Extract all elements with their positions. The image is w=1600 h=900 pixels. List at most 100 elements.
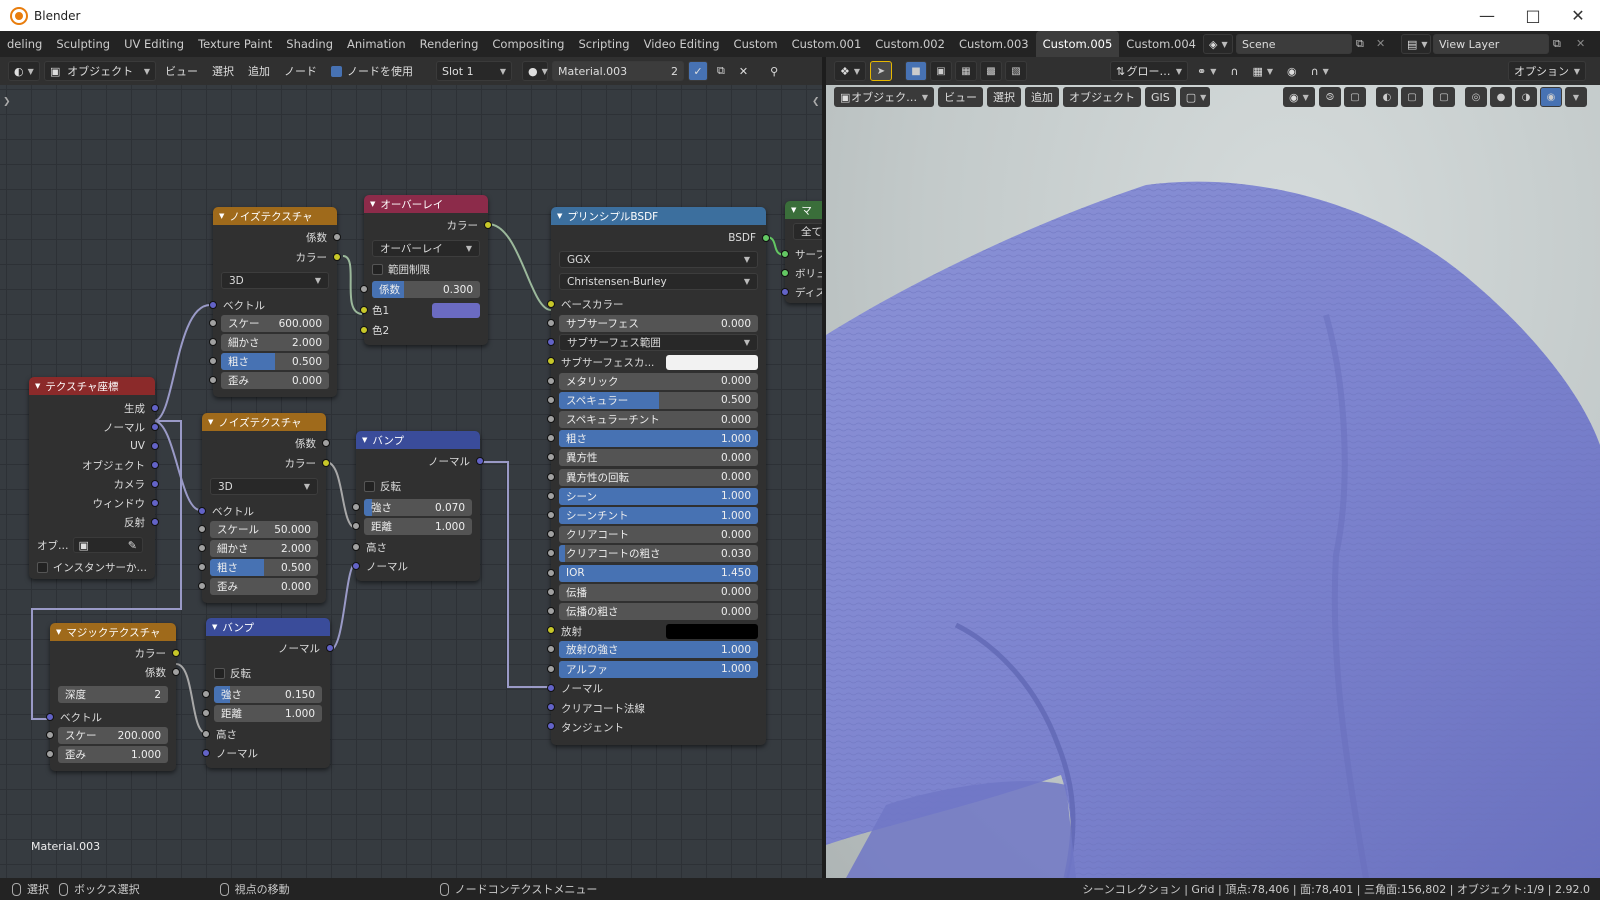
menu-vp-add[interactable]: 追加 bbox=[1025, 87, 1059, 107]
close-button[interactable]: ✕ bbox=[1555, 0, 1600, 31]
view-layer-remove-icon[interactable]: ✕ bbox=[1576, 37, 1585, 50]
bsdf-field[interactable]: 異方性 0.000 bbox=[559, 449, 758, 467]
gizmo-icon[interactable]: ⧁ bbox=[1319, 87, 1341, 107]
socket[interactable] bbox=[547, 587, 555, 596]
select-tool-icon[interactable]: ➤ bbox=[870, 61, 892, 81]
bsdf-field[interactable]: 伝播 0.000 bbox=[559, 583, 758, 601]
socket[interactable] bbox=[547, 645, 555, 654]
bsdf-field[interactable]: メタリック 0.000 bbox=[559, 372, 758, 390]
bsdf-field[interactable]: 伝播の粗さ 0.000 bbox=[559, 603, 758, 620]
falloff-icon[interactable]: ∩ ▼ bbox=[1306, 61, 1334, 81]
bsdf-field[interactable]: 粗さ 1.000 bbox=[559, 430, 758, 448]
tab-rendering[interactable]: Rendering bbox=[413, 31, 486, 57]
menu-vp-object[interactable]: オブジェクト bbox=[1063, 87, 1141, 107]
blend-type-dropdown[interactable]: オーバーレイ ▼ bbox=[372, 240, 480, 257]
distance-field[interactable]: 距離 1.000 bbox=[214, 705, 322, 722]
node-material-output[interactable]: ▼ マ 全て サーフ ボリュ ディス bbox=[781, 201, 822, 303]
bsdf-field[interactable]: シーン 1.000 bbox=[559, 487, 758, 505]
socket[interactable] bbox=[547, 338, 555, 347]
node-noise-texture-2[interactable]: ▼ ノイズテクスチャ 係数 カラー 3D ▼ ベクトル スケール 50.000 細かさ… bbox=[198, 413, 330, 603]
scale-field[interactable]: スケー 600.000 bbox=[221, 315, 329, 332]
socket[interactable] bbox=[198, 582, 206, 590]
distortion-field[interactable]: 歪み 1.000 bbox=[58, 746, 168, 763]
node-noise-texture-1[interactable]: ▼ ノイズテクスチャ 係数 カラー 3D ▼ ベクトル スケー 600.000 細かさ… bbox=[209, 207, 341, 397]
socket[interactable] bbox=[547, 491, 555, 500]
node-bump-2[interactable]: ▼ バンプ ノーマル 反転 強さ 0.150 距離 1.000 高さ ノーマル bbox=[202, 618, 334, 768]
bsdf-field[interactable]: アルファ 1.000 bbox=[559, 660, 758, 678]
socket[interactable] bbox=[781, 250, 789, 258]
dimension-dropdown[interactable]: 3D ▼ bbox=[210, 478, 318, 495]
invert-checkbox[interactable]: 反転 bbox=[206, 663, 330, 683]
minimize-button[interactable]: — bbox=[1464, 0, 1510, 31]
socket[interactable] bbox=[547, 664, 555, 673]
color1-swatch[interactable] bbox=[432, 302, 480, 318]
tab-custom-005[interactable]: Custom.005 bbox=[1035, 31, 1120, 57]
invert-checkbox[interactable]: 反転 bbox=[356, 476, 480, 496]
mode-subtract-icon[interactable]: ▦ bbox=[955, 61, 977, 81]
tab-scripting[interactable]: Scripting bbox=[571, 31, 636, 57]
factor-field[interactable]: 係数 0.300 bbox=[372, 281, 480, 298]
transform-orientation-dropdown[interactable]: ⇅ グロー… ▼ bbox=[1110, 61, 1188, 81]
sidebar-expand-icon[interactable]: ❮ bbox=[812, 97, 820, 107]
socket[interactable] bbox=[547, 568, 555, 577]
socket[interactable] bbox=[547, 530, 555, 539]
node-editor[interactable]: ▼ テクスチャ座標 生成 ノーマル UV オブジェクト カメラ ウィンドウ 反射 … bbox=[0, 85, 822, 878]
editor-type-icon[interactable]: ◐ ▼ bbox=[8, 61, 40, 81]
socket[interactable] bbox=[151, 442, 159, 450]
bsdf-field[interactable]: サブサーフェス 0.000 bbox=[559, 315, 758, 332]
snap-magnet-icon[interactable]: ∩ bbox=[1225, 61, 1243, 81]
options-dropdown[interactable]: オプション ▼ bbox=[1508, 61, 1586, 81]
pin-icon[interactable]: ⚲ bbox=[765, 61, 783, 81]
socket[interactable] bbox=[333, 233, 341, 241]
scene-browse-icon[interactable]: ◈ ▼ bbox=[1203, 34, 1233, 54]
menu-vp-select[interactable]: 選択 bbox=[987, 87, 1021, 107]
scale-field[interactable]: スケール 50.000 bbox=[210, 521, 318, 538]
overlay-toggle-icon[interactable]: ▢ bbox=[1401, 87, 1423, 107]
distance-field[interactable]: 距離 1.000 bbox=[364, 518, 472, 535]
socket[interactable] bbox=[151, 499, 159, 507]
socket[interactable] bbox=[547, 549, 555, 558]
detail-field[interactable]: 細かさ 2.000 bbox=[210, 540, 318, 557]
tab-animation[interactable]: Animation bbox=[340, 31, 413, 57]
socket[interactable] bbox=[547, 319, 555, 327]
gis-extra-icon[interactable]: ▢ ▼ bbox=[1179, 87, 1210, 107]
socket[interactable] bbox=[46, 750, 54, 758]
socket[interactable] bbox=[202, 749, 210, 757]
shading-options-icon[interactable]: ▼ bbox=[1565, 87, 1587, 107]
socket[interactable] bbox=[352, 503, 360, 511]
material-shading-icon[interactable]: ◑ bbox=[1515, 87, 1537, 107]
material-copy-icon[interactable]: ⧉ bbox=[712, 61, 730, 81]
xray-icon[interactable]: ▢ bbox=[1433, 87, 1455, 107]
subsurface-color-row[interactable]: サブサーフェスカ... bbox=[551, 352, 766, 372]
bsdf-field[interactable]: スペキュラー 0.500 bbox=[559, 391, 758, 409]
socket[interactable] bbox=[209, 357, 217, 365]
dimension-dropdown[interactable]: 3D ▼ bbox=[221, 272, 329, 289]
menu-vp-gis[interactable]: GIS bbox=[1145, 87, 1176, 107]
proportional-edit-icon[interactable]: ◉ bbox=[1282, 61, 1302, 81]
subsurface-method-dropdown[interactable]: Christensen-Burley ▼ bbox=[559, 273, 758, 290]
socket[interactable] bbox=[172, 649, 180, 657]
socket[interactable] bbox=[326, 644, 334, 652]
pivot-icon[interactable]: ⚭ ▼ bbox=[1192, 61, 1221, 81]
tab-custom-001[interactable]: Custom.001 bbox=[785, 31, 869, 57]
socket[interactable] bbox=[151, 423, 159, 431]
socket[interactable] bbox=[333, 253, 341, 261]
socket[interactable] bbox=[547, 434, 555, 443]
distribution-dropdown[interactable]: GGX ▼ bbox=[559, 251, 758, 268]
scene-remove-icon[interactable]: ✕ bbox=[1376, 37, 1385, 50]
tab-uv-editing[interactable]: UV Editing bbox=[117, 31, 191, 57]
socket[interactable] bbox=[322, 439, 330, 447]
socket[interactable] bbox=[151, 518, 159, 526]
menu-add[interactable]: 追加 bbox=[243, 61, 275, 81]
menu-node[interactable]: ノード bbox=[279, 61, 322, 81]
tab-video-editing[interactable]: Video Editing bbox=[637, 31, 727, 57]
tab-modeling[interactable]: deling bbox=[0, 31, 49, 57]
shader-type-dropdown[interactable]: ▣ オブジェクト ▼ bbox=[44, 61, 156, 81]
tab-custom-002[interactable]: Custom.002 bbox=[868, 31, 952, 57]
menu-view[interactable]: ビュー bbox=[160, 61, 203, 81]
mode-invert-icon[interactable]: ▧ bbox=[1005, 61, 1027, 81]
socket[interactable] bbox=[547, 453, 555, 462]
socket[interactable] bbox=[172, 668, 180, 676]
socket[interactable] bbox=[547, 511, 555, 519]
socket[interactable] bbox=[547, 607, 555, 615]
